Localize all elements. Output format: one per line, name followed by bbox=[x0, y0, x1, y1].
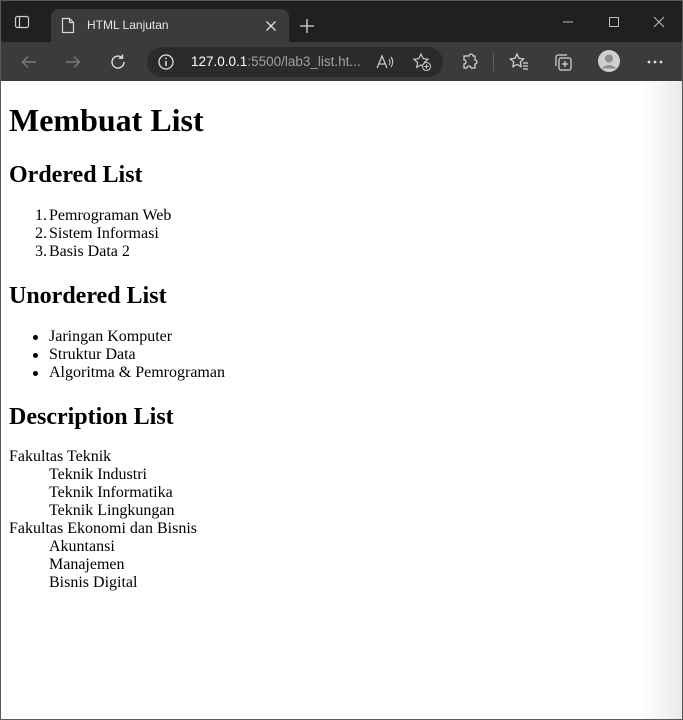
bullet-icon bbox=[33, 335, 38, 340]
tab-bar: HTML Lanjutan bbox=[1, 1, 682, 42]
read-aloud-icon[interactable] bbox=[375, 52, 395, 72]
page-favicon-icon bbox=[61, 17, 75, 34]
bullet-icon bbox=[33, 371, 38, 376]
minimize-icon[interactable] bbox=[556, 11, 580, 33]
list-item-label: Jaringan Komputer bbox=[49, 328, 173, 345]
favorites-icon[interactable] bbox=[507, 50, 531, 74]
browser-toolbar: 127.0.0.1:5500/lab3_list.ht... bbox=[1, 42, 682, 82]
tab-actions-icon[interactable] bbox=[11, 11, 33, 33]
collections-icon[interactable] bbox=[551, 50, 575, 74]
description-detail: Akuntansi bbox=[49, 538, 115, 555]
forward-icon[interactable] bbox=[61, 50, 85, 74]
description-detail-row: Akuntansi bbox=[1, 538, 682, 556]
list-number: 3. bbox=[35, 243, 47, 260]
description-term-row: Fakultas Teknik bbox=[1, 448, 682, 466]
list-number: 1. bbox=[35, 207, 47, 224]
list-item-label: Struktur Data bbox=[49, 346, 136, 363]
url-host: 127.0.0.1 bbox=[191, 54, 248, 69]
close-icon[interactable] bbox=[261, 16, 281, 36]
description-list-heading: Description List bbox=[9, 404, 174, 430]
description-detail-row: Teknik Lingkungan bbox=[1, 502, 682, 520]
maximize-icon[interactable] bbox=[602, 11, 626, 33]
description-detail: Teknik Informatika bbox=[49, 484, 173, 501]
url-text[interactable]: 127.0.0.1:5500/lab3_list.ht... bbox=[191, 54, 361, 69]
tab-title: HTML Lanjutan bbox=[87, 18, 169, 32]
description-term: Fakultas Teknik bbox=[9, 448, 112, 465]
plus-icon[interactable] bbox=[296, 15, 318, 37]
back-icon[interactable] bbox=[17, 50, 41, 74]
description-term-row: Fakultas Ekonomi dan Bisnis bbox=[1, 520, 682, 538]
add-favorite-icon[interactable] bbox=[412, 52, 432, 72]
list-item-label: Pemrograman Web bbox=[49, 207, 172, 224]
unordered-list-heading: Unordered List bbox=[9, 283, 167, 309]
toolbar-divider bbox=[493, 53, 494, 71]
window-close-icon[interactable] bbox=[647, 11, 671, 33]
list-item-label: Algoritma & Pemrograman bbox=[49, 364, 225, 381]
description-detail: Manajemen bbox=[49, 556, 125, 573]
description-term: Fakultas Ekonomi dan Bisnis bbox=[9, 520, 197, 537]
description-detail: Bisnis Digital bbox=[49, 574, 138, 591]
page-content: Membuat List Ordered List 1. Pemrograman … bbox=[1, 81, 682, 719]
address-bar[interactable]: 127.0.0.1:5500/lab3_list.ht... bbox=[147, 47, 443, 77]
info-icon[interactable] bbox=[157, 53, 175, 71]
description-detail-row: Teknik Industri bbox=[1, 466, 682, 484]
bullet-icon bbox=[33, 353, 38, 358]
page-heading: Membuat List bbox=[9, 102, 204, 138]
description-list: Fakultas Teknik Teknik Industri Teknik I… bbox=[1, 448, 682, 592]
refresh-icon[interactable] bbox=[106, 50, 130, 74]
profile-avatar[interactable] bbox=[596, 48, 622, 74]
list-item-label: Sistem Informasi bbox=[49, 225, 159, 242]
description-detail: Teknik Industri bbox=[49, 466, 147, 483]
more-icon[interactable] bbox=[643, 50, 667, 74]
ordered-list-heading: Ordered List bbox=[9, 162, 143, 188]
list-number: 2. bbox=[35, 225, 47, 242]
description-detail-row: Bisnis Digital bbox=[1, 574, 682, 592]
description-detail-row: Teknik Informatika bbox=[1, 484, 682, 502]
tab-active[interactable]: HTML Lanjutan bbox=[51, 9, 289, 42]
description-detail: Teknik Lingkungan bbox=[49, 502, 175, 519]
browser-window: HTML Lanjutan 127.0.0.1:5500/lab3_list.h… bbox=[0, 0, 683, 720]
extensions-icon[interactable] bbox=[458, 50, 482, 74]
url-path: :5500/lab3_list.ht... bbox=[247, 54, 361, 69]
list-item-label: Basis Data 2 bbox=[49, 243, 130, 260]
description-detail-row: Manajemen bbox=[1, 556, 682, 574]
